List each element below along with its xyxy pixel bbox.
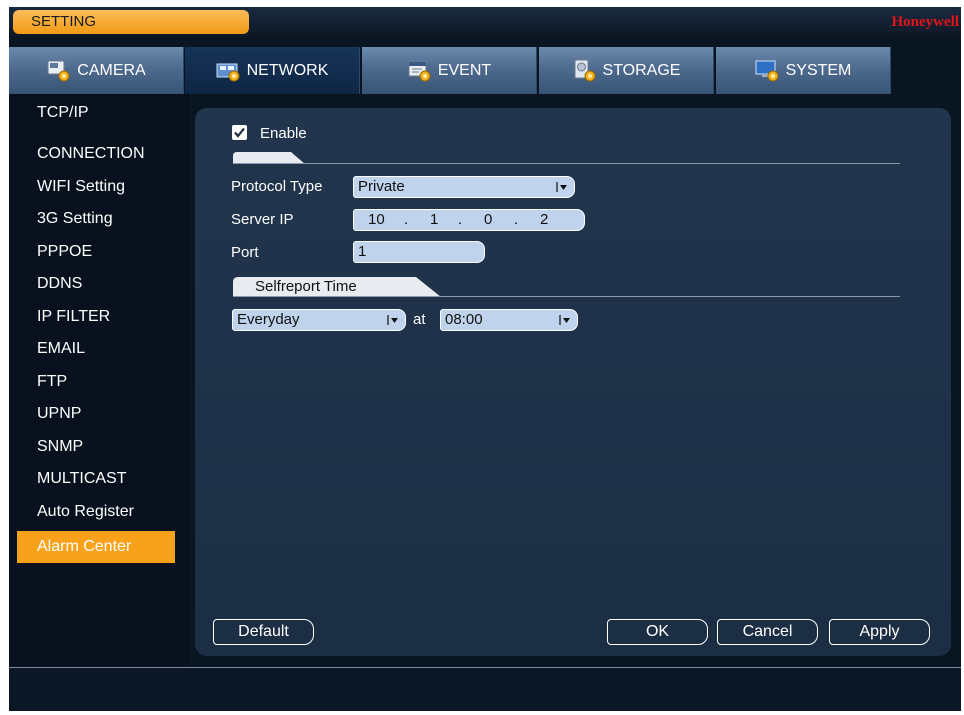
network-settings-icon — [216, 59, 242, 83]
storage-settings-icon — [572, 59, 598, 83]
main-tab-bar: CAMERA NETWORK EVENT STORAGE SYSTEM — [9, 47, 893, 94]
schedule-value: Everyday — [237, 311, 300, 328]
ip-dot-separator: . — [404, 211, 409, 228]
port-input[interactable]: 1 — [353, 241, 485, 263]
tab-system-label: SYSTEM — [785, 61, 852, 79]
dvr-settings-window: SETTING Honeywell CAMERA NETWORK EVENT S… — [9, 7, 961, 711]
ip-octet-2[interactable]: 1 — [430, 210, 438, 230]
checkmark-icon — [234, 127, 245, 138]
system-settings-icon — [755, 59, 781, 83]
enable-label: Enable — [260, 125, 307, 142]
port-label: Port — [231, 244, 259, 261]
dropdown-arrow-icon — [559, 315, 570, 325]
default-button[interactable]: Default — [213, 619, 314, 645]
status-bar — [9, 668, 961, 711]
protocol-type-value: Private — [358, 178, 405, 195]
at-label: at — [413, 311, 426, 328]
tab-event[interactable]: EVENT — [362, 47, 537, 94]
tab-system[interactable]: SYSTEM — [716, 47, 891, 94]
sidebar-item-ip-filter[interactable]: IP FILTER — [17, 301, 175, 333]
selfreport-divider — [233, 296, 900, 297]
sidebar-item-upnp[interactable]: UPNP — [17, 398, 175, 430]
selfreport-time-tab: Selfreport Time — [233, 275, 447, 297]
tab-camera[interactable]: CAMERA — [9, 47, 184, 94]
ip-dot-separator: . — [458, 211, 463, 228]
apply-button[interactable]: Apply — [829, 619, 930, 645]
server-ip-input[interactable]: 10 . 1 . 0 . 2 — [353, 209, 585, 231]
brand-logo: Honeywell — [891, 14, 960, 30]
sidebar-item-tcpip[interactable]: TCP/IP — [17, 97, 175, 129]
tab-network-label: NETWORK — [246, 61, 329, 79]
selfreport-time-heading: Selfreport Time — [255, 278, 357, 295]
cancel-button[interactable]: Cancel — [717, 619, 818, 645]
sidebar-item-ftp[interactable]: FTP — [17, 366, 175, 398]
ip-dot-separator: . — [514, 211, 519, 228]
schedule-select[interactable]: Everyday — [232, 309, 406, 331]
tab-network[interactable]: NETWORK — [185, 47, 360, 94]
alarm-center-panel: Enable Protocol Type Private Server IP 1… — [195, 108, 951, 656]
sidebar-item-email[interactable]: EMAIL — [17, 333, 175, 365]
time-select[interactable]: 08:00 — [440, 309, 578, 331]
sidebar-item-auto-register[interactable]: Auto Register — [17, 496, 175, 528]
section-divider — [233, 163, 900, 164]
camera-settings-icon — [46, 59, 72, 83]
sidebar-item-connection[interactable]: CONNECTION — [17, 138, 175, 170]
server-ip-label: Server IP — [231, 211, 294, 228]
tab-camera-label: CAMERA — [77, 61, 146, 79]
tab-storage-label: STORAGE — [602, 61, 681, 79]
sidebar-item-alarm-center[interactable]: Alarm Center — [17, 531, 175, 563]
sidebar-item-wifi-setting[interactable]: WIFI Setting — [17, 171, 175, 203]
window-title: SETTING — [13, 10, 249, 34]
protocol-type-label: Protocol Type — [231, 178, 323, 195]
network-sidebar: TCP/IP CONNECTION WIFI Setting 3G Settin… — [9, 94, 190, 667]
ok-button[interactable]: OK — [607, 619, 708, 645]
sidebar-item-multicast[interactable]: MULTICAST — [17, 463, 175, 495]
tab-storage[interactable]: STORAGE — [539, 47, 714, 94]
sidebar-item-3g-setting[interactable]: 3G Setting — [17, 203, 175, 235]
event-settings-icon — [407, 59, 433, 83]
enable-checkbox[interactable] — [232, 125, 247, 140]
protocol-type-select[interactable]: Private — [353, 176, 575, 198]
dropdown-arrow-icon — [387, 315, 398, 325]
sidebar-item-snmp[interactable]: SNMP — [17, 431, 175, 463]
sidebar-item-pppoe[interactable]: PPPOE — [17, 236, 175, 268]
ip-octet-3[interactable]: 0 — [484, 210, 492, 230]
blank-section-tab — [233, 150, 313, 172]
ip-octet-1[interactable]: 10 — [368, 210, 385, 230]
ip-octet-4[interactable]: 2 — [540, 210, 548, 230]
time-value: 08:00 — [445, 311, 483, 328]
title-bar: SETTING Honeywell — [9, 7, 961, 37]
dropdown-arrow-icon — [556, 182, 567, 192]
tab-event-label: EVENT — [437, 61, 492, 79]
sidebar-item-ddns[interactable]: DDNS — [17, 268, 175, 300]
